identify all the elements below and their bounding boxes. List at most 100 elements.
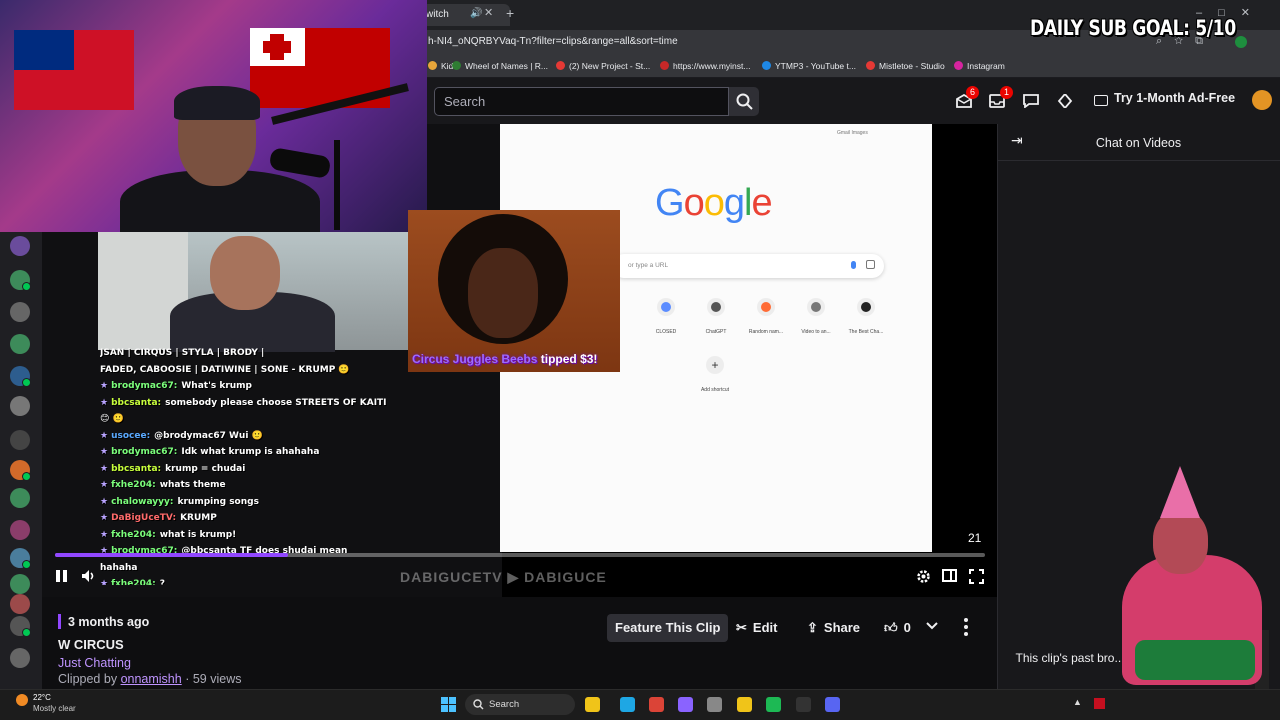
copilot-icon[interactable] bbox=[678, 697, 693, 712]
chrome-icon[interactable] bbox=[649, 697, 664, 712]
lens-icon bbox=[866, 260, 875, 269]
stream-chat-text: 😊 🙂 bbox=[100, 414, 124, 424]
followed-channel-avatar[interactable] bbox=[10, 334, 30, 354]
clipper-link[interactable]: onnamishh bbox=[121, 672, 182, 686]
bookmark-item[interactable]: Wheel of Names | R... bbox=[452, 61, 548, 71]
bookmark-item[interactable]: (2) New Project - St... bbox=[556, 61, 650, 71]
settings-icon[interactable] bbox=[707, 697, 722, 712]
share-label: Share bbox=[823, 620, 861, 635]
bookmark-label: https://www.myinst... bbox=[673, 61, 751, 71]
bookmark-label: Instagram bbox=[967, 61, 1005, 71]
volume-icon[interactable] bbox=[81, 569, 97, 583]
live-indicator-icon bbox=[22, 472, 31, 481]
chat-badge-icon: ★ bbox=[100, 381, 109, 391]
like-count: 0 bbox=[903, 620, 911, 635]
tray-chevron-icon[interactable]: ▲ bbox=[1073, 697, 1082, 707]
stream-chat-line: hahaha bbox=[100, 560, 440, 577]
followed-channel-avatar[interactable] bbox=[10, 302, 30, 322]
taskbar-search[interactable]: Search bbox=[465, 694, 575, 715]
chat-badge-icon: ★ bbox=[100, 447, 109, 457]
chat-badge-icon: ★ bbox=[100, 430, 109, 441]
followed-channel-avatar[interactable] bbox=[10, 488, 30, 508]
google-shortcut-label: The Best Cha... bbox=[848, 329, 884, 335]
followed-channel-avatar[interactable] bbox=[10, 520, 30, 540]
bookmark-label: YTMP3 - YouTube t... bbox=[775, 61, 856, 71]
followed-channel-avatar[interactable] bbox=[10, 396, 30, 416]
stream-chat-user: bbcsanta: bbox=[111, 397, 162, 408]
live-indicator-icon bbox=[22, 378, 31, 387]
whispers-icon[interactable] bbox=[1023, 94, 1039, 108]
feature-clip-button[interactable]: Feature This Clip bbox=[607, 614, 729, 642]
chevron-down-icon[interactable] bbox=[926, 619, 938, 633]
steam-icon[interactable] bbox=[796, 697, 811, 712]
user-avatar[interactable] bbox=[1252, 90, 1272, 110]
fullscreen-icon[interactable] bbox=[969, 569, 984, 584]
google-shortcut-label: Random nam... bbox=[748, 329, 784, 335]
taskbar-search-label: Search bbox=[489, 699, 520, 710]
tab-title: witch bbox=[426, 9, 449, 20]
stream-chat-line: JSAN | CIRQUS | STYLA | BRODY | bbox=[100, 345, 440, 362]
google-logo-letter: o bbox=[703, 182, 725, 224]
windows-start-icon[interactable] bbox=[441, 697, 456, 712]
stream-chat-text: ? bbox=[159, 579, 165, 585]
followed-channel-avatar[interactable] bbox=[10, 430, 30, 450]
stream-chat-user: brodymac67: bbox=[111, 447, 178, 457]
mic-stand bbox=[334, 140, 340, 230]
tip-alert-face bbox=[468, 248, 538, 338]
bookmark-item[interactable]: Mistletoe - Studio bbox=[866, 61, 945, 71]
search-input[interactable]: Search bbox=[434, 87, 729, 116]
weather-temp: 22°C bbox=[33, 693, 51, 702]
discord-icon[interactable] bbox=[825, 697, 840, 712]
stream-chat-text: @brodymac67 Wui 🙂 bbox=[154, 430, 263, 441]
sub-goal-overlay: DAILY SUB GOAL: 5/10 bbox=[1030, 16, 1236, 40]
live-indicator-icon bbox=[22, 282, 31, 291]
google-shortcut-icon bbox=[707, 298, 725, 316]
stream-chat-text: what is krump! bbox=[159, 529, 237, 540]
like-button[interactable]: 👍︎ 0 bbox=[876, 614, 919, 642]
search-button[interactable] bbox=[729, 87, 759, 116]
profile-avatar[interactable] bbox=[1235, 36, 1247, 48]
windows-taskbar bbox=[0, 689, 1280, 720]
followed-channel-avatar[interactable] bbox=[10, 236, 30, 256]
bookmark-label: (2) New Project - St... bbox=[569, 61, 651, 71]
new-tab-button[interactable]: + bbox=[506, 5, 514, 21]
file-explorer-icon[interactable] bbox=[585, 697, 600, 712]
stream-chat-text: KRUMP bbox=[180, 513, 217, 523]
tip-alert-message: tipped $3! bbox=[540, 352, 598, 366]
clip-counter: 21 bbox=[968, 531, 982, 545]
edge-icon[interactable] bbox=[620, 697, 635, 712]
pause-button[interactable] bbox=[55, 569, 69, 583]
bookmark-item[interactable]: https://www.myinst... bbox=[660, 61, 750, 71]
clip-category-link[interactable]: Just Chatting bbox=[58, 656, 131, 670]
share-button[interactable]: ⇪ Share bbox=[799, 614, 868, 642]
bookmark-favicon-icon bbox=[660, 61, 669, 70]
bookmark-item[interactable]: YTMP3 - YouTube t... bbox=[762, 61, 856, 71]
google-logo-letter: g bbox=[723, 182, 745, 224]
edit-button[interactable]: ✂ Edit bbox=[728, 614, 785, 642]
add-shortcut-label: Add shortcut bbox=[700, 387, 730, 393]
pink-person-head bbox=[1153, 510, 1208, 574]
spotify-icon[interactable] bbox=[766, 697, 781, 712]
clipped-by-line: Clipped by onnamishh · 59 views bbox=[58, 672, 241, 686]
followed-channel-avatar[interactable] bbox=[10, 574, 30, 594]
bookmark-item[interactable]: Instagram bbox=[954, 61, 1005, 71]
scissors-icon: ✂ bbox=[736, 620, 747, 635]
followed-channel-avatar[interactable] bbox=[10, 594, 30, 614]
followed-channel-avatar[interactable] bbox=[10, 648, 30, 668]
settings-gear-icon[interactable] bbox=[916, 569, 931, 584]
bookmark-item[interactable]: Kid bbox=[428, 61, 453, 71]
bits-icon[interactable] bbox=[1057, 94, 1073, 108]
weather-icon[interactable] bbox=[16, 694, 28, 706]
theatre-mode-icon[interactable] bbox=[942, 569, 957, 582]
chat-badge-icon: ★ bbox=[100, 513, 109, 523]
google-logo-letter: o bbox=[683, 182, 705, 224]
live-indicator-icon bbox=[22, 628, 31, 637]
url-field[interactable]: h-NI4_oNQRBYVaq-Tn?filter=clips&range=al… bbox=[428, 36, 678, 47]
folder-icon[interactable] bbox=[737, 697, 752, 712]
ad-free-button[interactable]: Try 1-Month Ad-Free bbox=[1114, 91, 1235, 105]
more-options-icon[interactable] bbox=[958, 614, 974, 640]
stream-chat-user: fxhe204: bbox=[111, 529, 156, 540]
tray-app-icon[interactable] bbox=[1094, 698, 1105, 709]
tab-audio-icon[interactable]: 🔊 bbox=[470, 8, 482, 19]
tab-close-icon[interactable]: ✕ bbox=[484, 6, 493, 19]
